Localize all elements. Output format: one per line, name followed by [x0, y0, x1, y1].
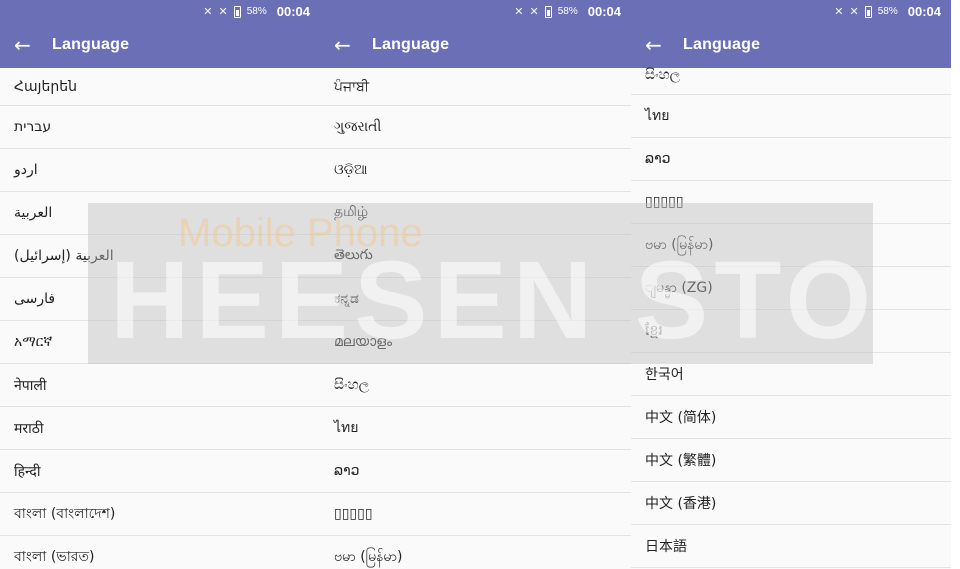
back-arrow-icon[interactable]: ←	[334, 34, 351, 56]
list-item[interactable]: ગુજરાતી	[320, 106, 631, 149]
list-item[interactable]: עברית	[0, 106, 320, 149]
battery-percent: 58%	[877, 6, 898, 17]
battery-percent: 58%	[557, 6, 578, 17]
back-arrow-icon[interactable]: ←	[645, 34, 662, 56]
language-list: ਪੰਜਾਬੀ ગુજરાતી ଓଡ଼ିଆ தமிழ் తెలుగు ಕನ್ನಡ …	[320, 68, 631, 569]
language-list: Հայերեն עברית اردو العربية العربية (إسرا…	[0, 68, 320, 569]
page-title: Language	[683, 36, 761, 53]
screen-panel-3: ✕ ✕ 58% 00:04 ← Language සිංහල ไทย ລາວ ▯…	[631, 0, 951, 569]
list-item[interactable]: ខ្មែរ	[631, 310, 951, 353]
list-item[interactable]: ಕನ್ನಡ	[320, 278, 631, 321]
list-item[interactable]: සිංහල	[320, 364, 631, 407]
status-bar: ✕ ✕ 58% 00:04	[631, 0, 951, 24]
battery-percent: 58%	[246, 6, 267, 17]
list-item[interactable]: Հայերեն	[0, 68, 320, 106]
list-item[interactable]: ဗမာ (မြန်မာ)	[320, 536, 631, 569]
list-item[interactable]: አማርኛ	[0, 321, 320, 364]
signal-off-icon: ✕	[218, 6, 228, 18]
list-item[interactable]: ଓଡ଼ିଆ	[320, 149, 631, 192]
list-item[interactable]: 中文 (繁體)	[631, 439, 951, 482]
list-item[interactable]: తెలుగు	[320, 235, 631, 278]
list-item[interactable]: සිංහල	[631, 55, 951, 95]
list-item[interactable]: मराठी	[0, 407, 320, 450]
list-item[interactable]: ไทย	[320, 407, 631, 450]
list-item[interactable]: বাংলা (ভারত)	[0, 536, 320, 569]
status-bar: ✕ ✕ 58% 00:04	[0, 0, 320, 24]
app-bar: ← Language	[320, 24, 631, 68]
list-item[interactable]: മലയാളം	[320, 321, 631, 364]
list-item[interactable]: ไทย	[631, 95, 951, 138]
battery-icon	[233, 5, 241, 18]
list-item[interactable]: 日本語	[631, 525, 951, 568]
back-arrow-icon[interactable]: ←	[14, 34, 31, 56]
app-bar: ← Language	[0, 24, 320, 68]
list-item[interactable]: العربية (إسرائيل)	[0, 235, 320, 278]
list-item[interactable]: ਪੰਜਾਬੀ	[320, 68, 631, 106]
list-item[interactable]: 中文 (香港)	[631, 482, 951, 525]
signal-off-icon: ✕	[834, 6, 844, 18]
list-item[interactable]: ▯▯▯▯▯	[320, 493, 631, 536]
list-item[interactable]: தமிழ்	[320, 192, 631, 235]
screen-panel-1: ✕ ✕ 58% 00:04 ← Language Հայերեն עברית ا…	[0, 0, 320, 569]
status-bar: ✕ ✕ 58% 00:04	[320, 0, 631, 24]
clock: 00:04	[276, 4, 310, 19]
list-item[interactable]: ລາວ	[320, 450, 631, 493]
list-item[interactable]: ျမန္မာ (ZG)	[631, 267, 951, 310]
clock: 00:04	[907, 4, 941, 19]
list-item[interactable]: বাংলা (বাংলাদেশ)	[0, 493, 320, 536]
clock: 00:04	[587, 4, 621, 19]
list-item[interactable]: 한국어	[631, 353, 951, 396]
language-list: සිංහල ไทย ລາວ ▯▯▯▯▯ ဗမာ (မြန်မာ) ျမန္မာ …	[631, 55, 951, 568]
signal-off-icon: ✕	[203, 6, 213, 18]
list-item[interactable]: ဗမာ (မြန်မာ)	[631, 224, 951, 267]
list-item[interactable]: فارسی	[0, 278, 320, 321]
list-item[interactable]: हिन्दी	[0, 450, 320, 493]
list-item[interactable]: नेपाली	[0, 364, 320, 407]
screen-panel-2: ✕ ✕ 58% 00:04 ← Language ਪੰਜਾਬੀ ગુજરાતી …	[320, 0, 631, 569]
page-title: Language	[52, 36, 130, 53]
list-item[interactable]: العربية	[0, 192, 320, 235]
list-item[interactable]: اردو	[0, 149, 320, 192]
battery-icon	[544, 5, 552, 18]
battery-icon	[864, 5, 872, 18]
list-item[interactable]: ▯▯▯▯▯	[631, 181, 951, 224]
list-item[interactable]: ລາວ	[631, 138, 951, 181]
signal-off-icon: ✕	[529, 6, 539, 18]
signal-off-icon: ✕	[514, 6, 524, 18]
page-title: Language	[372, 36, 450, 53]
signal-off-icon: ✕	[849, 6, 859, 18]
list-item[interactable]: 中文 (简体)	[631, 396, 951, 439]
